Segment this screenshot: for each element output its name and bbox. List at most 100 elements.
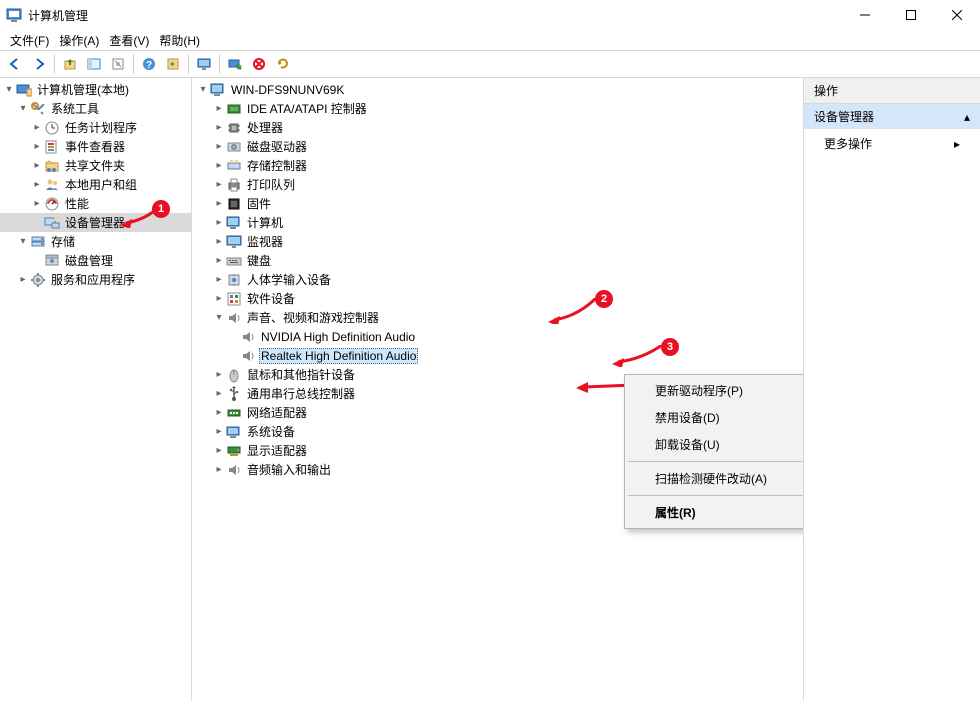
speaker-icon <box>240 348 256 364</box>
cpu-icon <box>226 120 242 136</box>
device-computer-cat[interactable]: ▸计算机 <box>192 213 803 232</box>
menu-properties[interactable]: 属性(R) <box>627 499 804 526</box>
device-hid[interactable]: ▸人体学输入设备 <box>192 270 803 289</box>
expand-icon[interactable]: ▸ <box>212 274 226 285</box>
expand-icon[interactable]: ▸ <box>212 293 226 304</box>
device-tree[interactable]: ▾ WIN-DFS9NUNV69K ▸IDE ATA/ATAPI 控制器 ▸处理… <box>192 78 804 701</box>
tree-storage[interactable]: ▾ 存储 <box>0 232 191 251</box>
actions-more[interactable]: 更多操作 ▸ <box>804 129 980 158</box>
device-print-queue[interactable]: ▸打印队列 <box>192 175 803 194</box>
refresh-button[interactable] <box>272 53 294 75</box>
menu-file[interactable]: 文件(F) <box>6 31 53 50</box>
back-button[interactable] <box>4 53 26 75</box>
expand-icon[interactable]: ▸ <box>30 160 44 171</box>
expand-icon[interactable]: ▸ <box>30 198 44 209</box>
menu-disable-device[interactable]: 禁用设备(D) <box>627 404 804 431</box>
expand-icon[interactable]: ▸ <box>212 122 226 133</box>
tools-icon <box>30 101 46 117</box>
expand-icon[interactable]: ▸ <box>212 141 226 152</box>
content-area: ▾ 计算机管理(本地) ▾ 系统工具 ▸ 任务计划程序 ▸ 事件查看器 ▸ 共享… <box>0 78 980 701</box>
device-nvidia-audio[interactable]: NVIDIA High Definition Audio <box>192 327 803 346</box>
tree-root[interactable]: ▾ 计算机管理(本地) <box>0 80 191 99</box>
action-button[interactable] <box>162 53 184 75</box>
menu-separator <box>628 461 804 462</box>
expand-icon[interactable]: ▸ <box>30 179 44 190</box>
maximize-button[interactable] <box>888 0 934 30</box>
device-ide[interactable]: ▸IDE ATA/ATAPI 控制器 <box>192 99 803 118</box>
actions-pane: 操作 设备管理器 ▴ 更多操作 ▸ <box>804 78 980 701</box>
expand-icon[interactable]: ▸ <box>212 426 226 437</box>
actions-device-manager[interactable]: 设备管理器 ▴ <box>804 104 980 129</box>
expand-icon[interactable]: ▸ <box>212 198 226 209</box>
expand-icon[interactable]: ▸ <box>30 141 44 152</box>
scan-button[interactable] <box>224 53 246 75</box>
device-manager-icon <box>44 215 60 231</box>
expand-icon[interactable]: ▸ <box>212 179 226 190</box>
expand-icon[interactable]: ▸ <box>212 445 226 456</box>
tree-event-viewer[interactable]: ▸ 事件查看器 <box>0 137 191 156</box>
toolbar-separator <box>188 54 189 74</box>
close-button[interactable] <box>934 0 980 30</box>
menu-action[interactable]: 操作(A) <box>55 31 103 50</box>
expand-icon[interactable]: ▸ <box>212 217 226 228</box>
forward-button[interactable] <box>28 53 50 75</box>
tree-shared-folders[interactable]: ▸ 共享文件夹 <box>0 156 191 175</box>
device-realtek-audio[interactable]: Realtek High Definition Audio <box>192 346 803 365</box>
expand-icon[interactable]: ▸ <box>212 160 226 171</box>
device-processor[interactable]: ▸处理器 <box>192 118 803 137</box>
menu-uninstall-device[interactable]: 卸载设备(U) <box>627 431 804 458</box>
collapse-icon[interactable]: ▾ <box>2 84 16 95</box>
device-computer[interactable]: ▾ WIN-DFS9NUNV69K <box>192 80 803 99</box>
speaker-icon <box>226 310 242 326</box>
expand-icon[interactable]: ▸ <box>212 369 226 380</box>
expand-icon[interactable]: ▸ <box>212 103 226 114</box>
up-button[interactable] <box>59 53 81 75</box>
show-hide-tree-button[interactable] <box>83 53 105 75</box>
remove-button[interactable] <box>248 53 270 75</box>
performance-icon <box>44 196 60 212</box>
device-sound[interactable]: ▾声音、视频和游戏控制器 <box>192 308 803 327</box>
menu-help[interactable]: 帮助(H) <box>155 31 204 50</box>
device-monitor[interactable]: ▸监视器 <box>192 232 803 251</box>
menu-separator <box>628 495 804 496</box>
expand-icon[interactable]: ▸ <box>212 407 226 418</box>
firmware-icon <box>226 196 242 212</box>
expand-icon[interactable]: ▸ <box>212 236 226 247</box>
monitor-icon <box>226 234 242 250</box>
minimize-button[interactable] <box>842 0 888 30</box>
tree-system-tools[interactable]: ▾ 系统工具 <box>0 99 191 118</box>
shared-folder-icon <box>44 158 60 174</box>
expand-icon[interactable]: ▸ <box>212 464 226 475</box>
window-title: 计算机管理 <box>28 7 842 24</box>
annotation-badge-1: 1 <box>152 200 170 218</box>
menu-update-driver[interactable]: 更新驱动程序(P) <box>627 377 804 404</box>
expand-icon: ▸ <box>954 137 960 151</box>
hid-icon <box>226 272 242 288</box>
tree-task-scheduler[interactable]: ▸ 任务计划程序 <box>0 118 191 137</box>
tree-services[interactable]: ▸ 服务和应用程序 <box>0 270 191 289</box>
tree-disk-management[interactable]: 磁盘管理 <box>0 251 191 270</box>
device-software[interactable]: ▸软件设备 <box>192 289 803 308</box>
menu-bar: 文件(F) 操作(A) 查看(V) 帮助(H) <box>0 30 980 50</box>
collapse-icon[interactable]: ▾ <box>16 236 30 247</box>
monitor-button[interactable] <box>193 53 215 75</box>
expand-icon[interactable]: ▸ <box>212 388 226 399</box>
speaker-icon <box>240 329 256 345</box>
menu-view[interactable]: 查看(V) <box>105 31 153 50</box>
help-button[interactable]: ? <box>138 53 160 75</box>
collapse-icon[interactable]: ▾ <box>16 103 30 114</box>
expand-icon[interactable]: ▸ <box>16 274 30 285</box>
expand-icon[interactable]: ▸ <box>30 122 44 133</box>
collapse-icon[interactable]: ▾ <box>196 84 210 95</box>
navigation-tree[interactable]: ▾ 计算机管理(本地) ▾ 系统工具 ▸ 任务计划程序 ▸ 事件查看器 ▸ 共享… <box>0 78 192 701</box>
ide-icon <box>226 101 242 117</box>
expand-icon[interactable]: ▸ <box>212 255 226 266</box>
tree-local-users[interactable]: ▸ 本地用户和组 <box>0 175 191 194</box>
collapse-icon[interactable]: ▾ <box>212 312 226 323</box>
menu-scan-hardware[interactable]: 扫描检测硬件改动(A) <box>627 465 804 492</box>
device-disk-drives[interactable]: ▸磁盘驱动器 <box>192 137 803 156</box>
device-storage-controller[interactable]: ▸存储控制器 <box>192 156 803 175</box>
delete-button[interactable] <box>107 53 129 75</box>
device-firmware[interactable]: ▸固件 <box>192 194 803 213</box>
device-keyboard[interactable]: ▸键盘 <box>192 251 803 270</box>
